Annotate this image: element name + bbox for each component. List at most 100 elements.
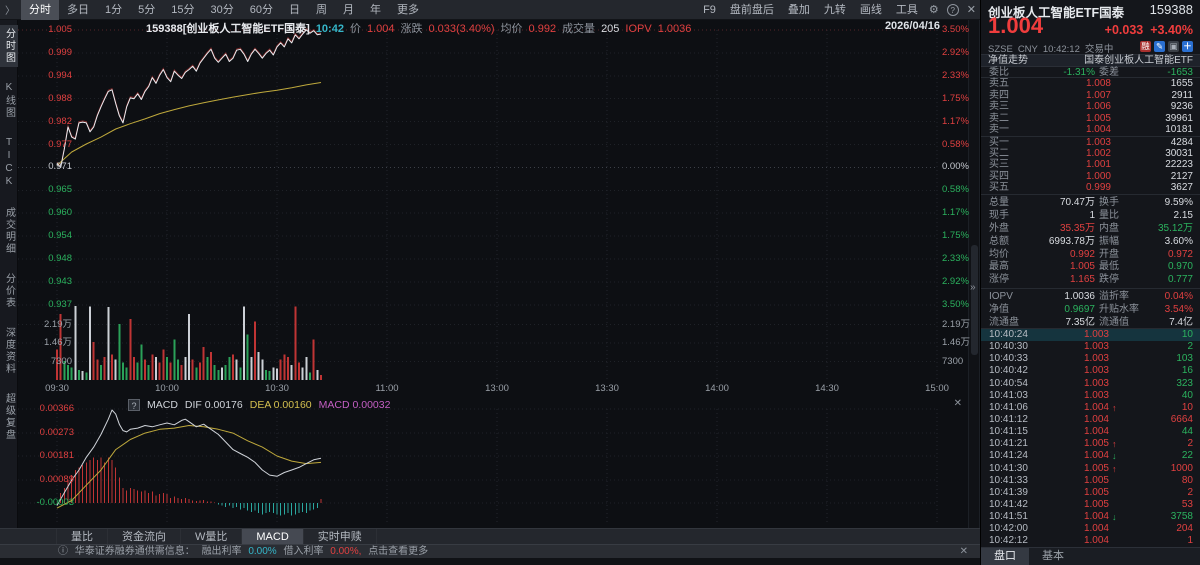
toolbar-expand-icon[interactable]: 〉 <box>0 2 21 17</box>
tick-time: 10:41:06 <box>989 402 1028 414</box>
order-book: 卖五1.0081655卖四1.0072911卖三1.0069236卖二1.005… <box>981 77 1200 194</box>
tick-volume: 16 <box>1126 365 1193 377</box>
help-icon[interactable]: ? <box>947 4 959 16</box>
edit-pencil-icon[interactable]: ✎ <box>1154 41 1165 52</box>
indicator-tab-量比[interactable]: 量比 <box>56 529 108 544</box>
tick-volume: 53 <box>1126 499 1193 511</box>
info-icon: ⓘ <box>58 546 68 557</box>
sidebar-item-超级复盘[interactable]: 超级复盘 <box>0 390 18 444</box>
quote-info-row: SZSECNY10:42:12交易中 融 ✎ ▣ ＋ <box>981 41 1200 55</box>
period-tab-周[interactable]: 周 <box>308 0 335 20</box>
toolbar-action-工具[interactable]: 工具 <box>889 0 925 20</box>
pct-axis-label: 0.58% <box>942 185 982 195</box>
book-row-买三[interactable]: 买三1.00122223 <box>981 159 1200 171</box>
tick-price: 1.005 <box>1039 463 1109 475</box>
period-tab-多日[interactable]: 多日 <box>59 0 97 20</box>
period-tab-15分[interactable]: 15分 <box>163 0 202 20</box>
period-tab-30分[interactable]: 30分 <box>203 0 242 20</box>
macd-title: MACD <box>147 399 178 411</box>
book-level-label: 卖一 <box>989 124 1009 136</box>
book-volume: 1655 <box>1121 78 1193 90</box>
tick-volume: 103 <box>1126 353 1193 365</box>
price-axis-label: 0.937 <box>20 300 72 310</box>
time-axis-label: 11:00 <box>367 384 407 394</box>
add-icon[interactable]: ＋ <box>1182 41 1193 52</box>
nav-strip[interactable]: 国泰创业板人工智能ETF 净值走势 <box>981 54 1200 67</box>
pct-axis-label: 2.92% <box>942 48 982 58</box>
indicator-tab-资金流向[interactable]: 资金流向 <box>108 529 181 544</box>
quote-tab-盘口[interactable]: 盘口 <box>981 548 1029 565</box>
stat-label: 最高 <box>989 261 1009 274</box>
last-price: 1.004 <box>988 13 1043 38</box>
see-more-link[interactable]: 点击查看更多 <box>368 546 428 557</box>
chart-symbol: 159388[创业板人工智能ETF国泰] <box>146 23 310 35</box>
toolbar-action-盘前盘后[interactable]: 盘前盘后 <box>723 0 781 20</box>
book-row-买二[interactable]: 买二1.00230031 <box>981 148 1200 160</box>
price-axis-label: 0.988 <box>20 94 72 104</box>
stat-value: 35.12万 <box>1121 223 1193 236</box>
stat-label: 跌停 <box>1099 274 1119 287</box>
sidebar-item-K线图[interactable]: K线图 <box>0 79 18 122</box>
sidebar-item-TICK[interactable]: TICK <box>0 134 18 192</box>
book-price: 1.001 <box>1041 159 1111 171</box>
book-row-买一[interactable]: 买一1.0034284 <box>981 136 1200 148</box>
fund-full-name: 国泰创业板人工智能ETF <box>1084 55 1193 67</box>
toolbar-action-九转[interactable]: 九转 <box>817 0 853 20</box>
price-axis-label: 0.943 <box>20 277 72 287</box>
sidebar-item-深度资料[interactable]: 深度资料 <box>0 324 18 378</box>
book-row-买五[interactable]: 买五0.9993627 <box>981 182 1200 194</box>
sidebar-item-分价表[interactable]: 分价表 <box>0 270 18 312</box>
intraday-chart[interactable] <box>18 20 968 528</box>
stat-row: 涨停1.165跌停0.777 <box>981 274 1200 287</box>
indicator-tab-W量比[interactable]: W量比 <box>181 529 242 544</box>
period-tab-60分[interactable]: 60分 <box>242 0 281 20</box>
tick-row: 10:41:121.0046664 <box>981 414 1200 426</box>
macd-help-icon[interactable]: ? <box>128 399 140 411</box>
toolbar-action-F9[interactable]: F9 <box>696 0 723 20</box>
stat-row: IOPV1.0036溢折率0.04% <box>981 291 1200 304</box>
book-row-买四[interactable]: 买四1.0002127 <box>981 171 1200 183</box>
sidebar-item-成交明细[interactable]: 成交明细 <box>0 204 18 258</box>
toolbar-action-画线[interactable]: 画线 <box>853 0 889 20</box>
macd-header: ? MACD DIF 0.00176 DEA 0.00160 MACD 0.00… <box>128 398 397 411</box>
tick-row: 10:42:121.0041 <box>981 535 1200 547</box>
tick-row: 10:41:151.00444 <box>981 426 1200 438</box>
tick-row: 10:41:331.00580 <box>981 475 1200 487</box>
toolbar-action-叠加[interactable]: 叠加 <box>781 0 817 20</box>
status-close-icon[interactable]: ✕ <box>960 545 968 558</box>
book-row-卖三[interactable]: 卖三1.0069236 <box>981 101 1200 113</box>
period-tab-日[interactable]: 日 <box>281 0 308 20</box>
book-row-卖五[interactable]: 卖五1.0081655 <box>981 78 1200 90</box>
book-volume: 39961 <box>1121 113 1193 125</box>
period-tab-月[interactable]: 月 <box>335 0 362 20</box>
stat-row: 现手1量比2.15 <box>981 210 1200 223</box>
book-row-卖二[interactable]: 卖二1.00539961 <box>981 113 1200 125</box>
tick-time: 10:40:24 <box>989 329 1028 341</box>
period-tab-更多[interactable]: 更多 <box>389 0 427 20</box>
book-row-卖一[interactable]: 卖一1.00410181 <box>981 124 1200 136</box>
mini-gear-icon[interactable]: ▣ <box>1168 41 1179 52</box>
tick-row: 10:40:301.0032 <box>981 341 1200 353</box>
tick-price: 1.005 <box>1039 487 1109 499</box>
period-tab-分时[interactable]: 分时 <box>21 0 59 20</box>
period-tab-年[interactable]: 年 <box>362 0 389 20</box>
period-tab-1分[interactable]: 1分 <box>97 0 130 20</box>
period-tab-5分[interactable]: 5分 <box>130 0 163 20</box>
pct-axis-label: 1.75% <box>942 231 982 241</box>
chart-avg: 0.992 <box>529 23 557 35</box>
sidebar-item-分时图[interactable]: 分时图 <box>0 25 18 67</box>
price-axis-label: 0.965 <box>20 185 72 195</box>
stat-label: 内盘 <box>1099 223 1119 236</box>
macd-close-icon[interactable]: ✕ <box>954 398 962 409</box>
tick-price: 1.004 <box>1039 511 1109 523</box>
book-level-label: 卖二 <box>989 113 1009 125</box>
settings-gear-icon[interactable]: ⚙ <box>929 4 939 16</box>
time-axis-label: 09:30 <box>37 384 77 394</box>
chart-change: 0.033(3.40%) <box>428 23 494 35</box>
indicator-tab-MACD[interactable]: MACD <box>242 529 303 544</box>
close-icon[interactable]: ✕ <box>967 4 976 16</box>
pct-axis-label: 3.50% <box>942 25 982 35</box>
indicator-tab-实时申赎[interactable]: 实时申赎 <box>304 529 377 544</box>
book-row-卖四[interactable]: 卖四1.0072911 <box>981 90 1200 102</box>
quote-tab-基本[interactable]: 基本 <box>1029 548 1077 565</box>
